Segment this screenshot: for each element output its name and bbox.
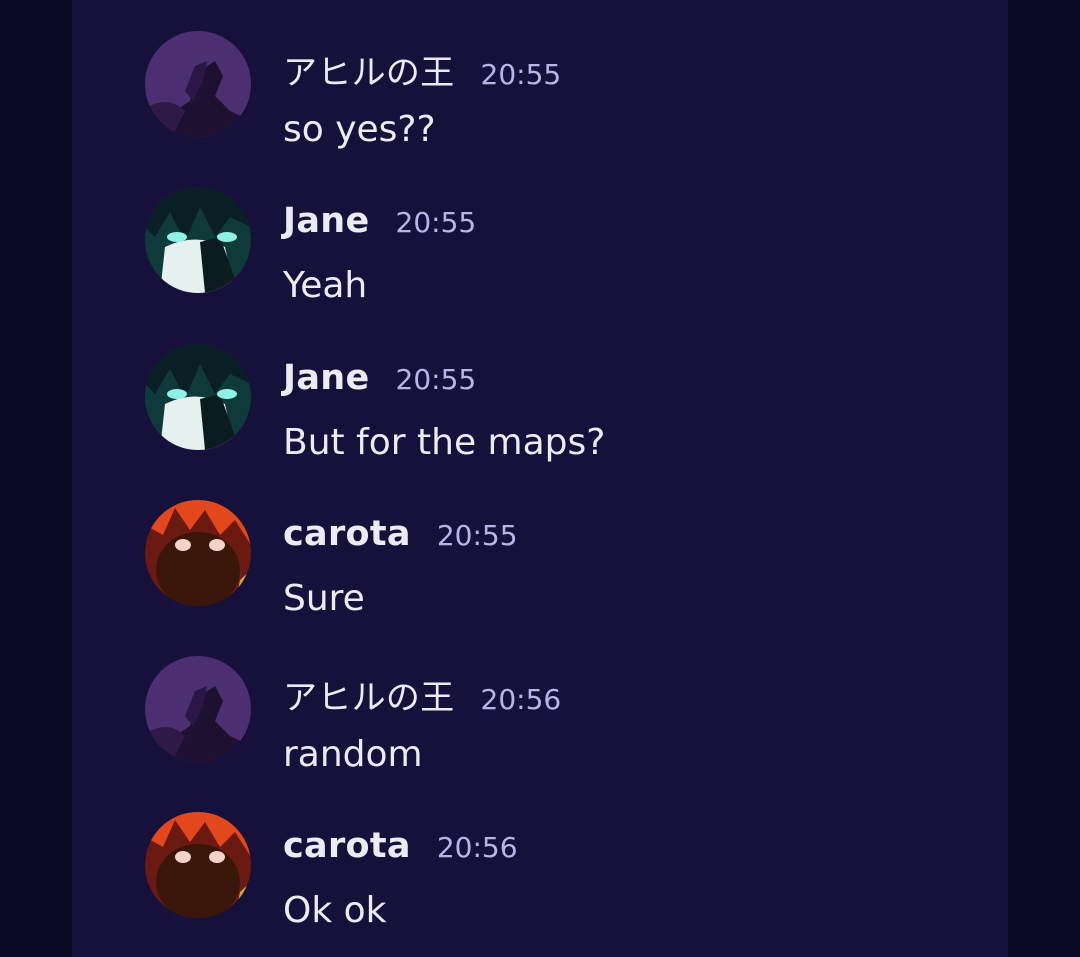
chat-message[interactable]: アヒルの王 20:55 so yes?? — [72, 31, 952, 171]
message-timestamp: 20:56 — [480, 683, 562, 716]
chat-message[interactable]: Jane 20:55 Yeah — [72, 187, 952, 327]
purple-sketch-avatar[interactable] — [145, 656, 251, 762]
message-timestamp: 20:55 — [480, 58, 562, 91]
chat-message[interactable]: Jane 20:55 But for the maps? — [72, 344, 952, 484]
message-author[interactable]: Jane — [283, 201, 370, 241]
message-text: But for the maps? — [283, 422, 606, 463]
purple-sketch-avatar[interactable] — [145, 31, 251, 137]
red-anime-avatar[interactable] — [145, 500, 251, 606]
message-author[interactable]: carota — [283, 826, 411, 866]
message-text: Sure — [283, 578, 365, 619]
teal-anime-avatar[interactable] — [145, 344, 251, 450]
red-anime-avatar[interactable] — [145, 812, 251, 918]
message-timestamp: 20:55 — [395, 206, 477, 239]
message-text: so yes?? — [283, 109, 436, 150]
teal-anime-avatar[interactable] — [145, 187, 251, 293]
chat-message[interactable]: アヒルの王 20:56 random — [72, 656, 952, 796]
message-author[interactable]: carota — [283, 514, 411, 554]
message-timestamp: 20:56 — [436, 831, 518, 864]
message-author[interactable]: アヒルの王 — [283, 670, 455, 719]
message-author[interactable]: Jane — [283, 358, 370, 398]
message-timestamp: 20:55 — [395, 363, 477, 396]
message-text: Ok ok — [283, 890, 387, 931]
message-author[interactable]: アヒルの王 — [283, 45, 455, 94]
message-timestamp: 20:55 — [436, 519, 518, 552]
chat-message[interactable]: carota 20:56 Ok ok — [72, 812, 952, 952]
chat-message[interactable]: carota 20:55 Sure — [72, 500, 952, 640]
message-text: random — [283, 734, 423, 775]
message-text: Yeah — [283, 265, 368, 306]
